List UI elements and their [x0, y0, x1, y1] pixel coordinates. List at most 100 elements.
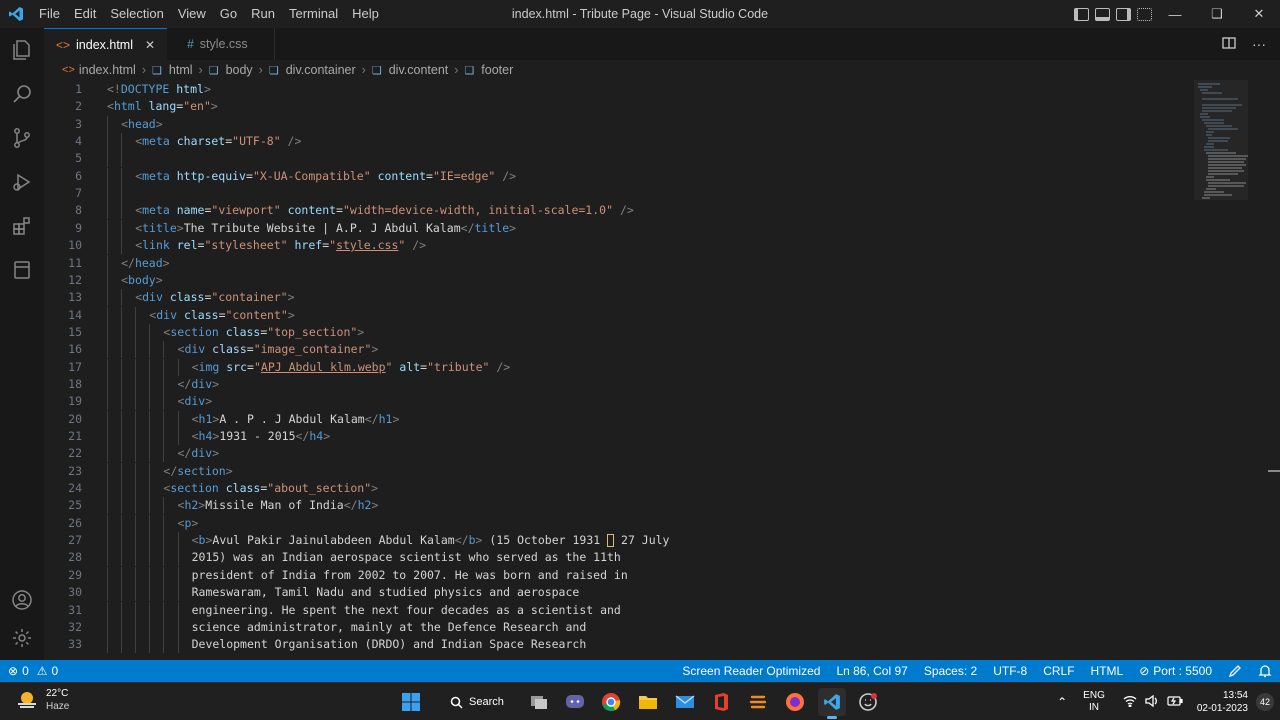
firefox-icon[interactable]	[781, 688, 809, 716]
feedback-icon[interactable]	[1220, 660, 1250, 682]
eol-status[interactable]: CRLF	[1035, 660, 1082, 682]
breadcrumb-item-body[interactable]: body	[226, 63, 253, 77]
code-line[interactable]: 24 <section class="about_section">	[44, 480, 1192, 498]
more-actions-icon[interactable]: ···	[1252, 36, 1266, 52]
maximize-icon[interactable]: ❑	[1196, 0, 1238, 28]
menu-terminal[interactable]: Terminal	[282, 0, 345, 28]
mail-icon[interactable]	[671, 688, 699, 716]
code-line[interactable]: 4 <meta charset="UTF-8" />	[44, 133, 1192, 151]
code-line[interactable]: 20 <h1>A . P . J Abdul Kalam</h1>	[44, 410, 1192, 428]
code-line[interactable]: 18 </div>	[44, 375, 1192, 393]
code-line[interactable]: 27 <b>Avul Pakir Jainulabdeen Abdul Kalam…	[44, 532, 1192, 550]
code-line[interactable]: 15 <section class="top_section">	[44, 323, 1192, 341]
taskbar-search-button[interactable]: Search	[440, 689, 510, 715]
toggle-panel-icon[interactable]	[1095, 7, 1110, 21]
code-line[interactable]: 14 <div class="content">	[44, 306, 1192, 324]
toggle-primary-sidebar-icon[interactable]	[1074, 7, 1089, 21]
code-line[interactable]: 8 <meta name="viewport" content="width=de…	[44, 202, 1192, 220]
chrome-icon[interactable]	[597, 688, 625, 716]
office-icon[interactable]	[707, 688, 735, 716]
screen-reader-status[interactable]: Screen Reader Optimized	[674, 660, 828, 682]
code-line[interactable]: 19 <div>	[44, 393, 1192, 411]
breadcrumb-item-file[interactable]: index.html	[79, 63, 136, 77]
breadcrumb-item-footer[interactable]: footer	[481, 63, 513, 77]
breadcrumb-item-html[interactable]: html	[169, 63, 193, 77]
close-window-icon[interactable]: ✕	[1238, 0, 1280, 28]
customize-layout-icon[interactable]	[1137, 7, 1152, 21]
source-control-icon[interactable]	[0, 116, 44, 160]
extensions-icon[interactable]	[0, 204, 44, 248]
breadcrumb-item-container[interactable]: div.container	[286, 63, 356, 77]
teams-chat-icon[interactable]	[561, 688, 589, 716]
task-view-icon[interactable]	[525, 688, 553, 716]
run-debug-icon[interactable]	[0, 160, 44, 204]
code-editor[interactable]: 1 <!DOCTYPE html> 2 <html lang="en"> 3 <head>…	[44, 80, 1192, 660]
code-line[interactable]: 11 </head>	[44, 254, 1192, 272]
file-explorer-icon[interactable]	[634, 688, 662, 716]
toggle-secondary-sidebar-icon[interactable]	[1116, 7, 1131, 21]
remote-explorer-icon[interactable]	[0, 248, 44, 292]
windows-start-icon[interactable]	[397, 688, 425, 716]
code-line[interactable]: 5	[44, 150, 1192, 168]
eclipse-icon[interactable]	[744, 688, 772, 716]
tab-style-css[interactable]: # style.css	[167, 28, 275, 60]
code-line[interactable]: 17 <img src="APJ Abdul klm.webp" alt="tri…	[44, 358, 1192, 376]
tab-index-html[interactable]: <> index.html ✕	[44, 28, 168, 60]
problems-indicator[interactable]: ⊗ 0 ⚠ 0	[0, 660, 66, 682]
breadcrumb-item-content[interactable]: div.content	[389, 63, 449, 77]
language-mode[interactable]: HTML	[1083, 660, 1132, 682]
code-line[interactable]: 6 <meta http-equiv="X-UA-Compatible" cont…	[44, 167, 1192, 185]
wifi-icon[interactable]	[1123, 695, 1137, 710]
code-line[interactable]: 29 president of India from 2002 to 2007. …	[44, 566, 1192, 584]
code-line[interactable]: 25 <h2>Missile Man of India</h2>	[44, 497, 1192, 515]
code-line[interactable]: 33 Development Organisation (DRDO) and In…	[44, 636, 1192, 654]
editor-scrollbar[interactable]	[1266, 80, 1280, 660]
minimize-icon[interactable]: —	[1154, 0, 1196, 28]
manage-gear-icon[interactable]	[0, 616, 44, 660]
weather-widget[interactable]: 22°C Haze	[16, 687, 69, 713]
explorer-icon[interactable]	[0, 28, 44, 72]
code-line[interactable]: 12 <body>	[44, 271, 1192, 289]
code-line[interactable]: 21 <h4>1931 - 2015</h4>	[44, 428, 1192, 445]
chevron-up-icon[interactable]: ⌃	[1057, 695, 1067, 709]
notifications-bell-icon[interactable]	[1250, 660, 1280, 682]
code-line[interactable]: 2 <html lang="en">	[44, 98, 1192, 115]
search-icon[interactable]	[0, 72, 44, 116]
volume-icon[interactable]	[1145, 694, 1159, 710]
encoding-status[interactable]: UTF-8	[985, 660, 1035, 682]
code-line[interactable]: 31 engineering. He spent the next four de…	[44, 601, 1192, 619]
code-line[interactable]: 1 <!DOCTYPE html>	[44, 81, 1192, 98]
indent-guide	[107, 341, 108, 359]
code-line[interactable]: 28 2015) was an Indian aerospace scientis…	[44, 549, 1192, 567]
battery-icon[interactable]	[1167, 695, 1183, 710]
code-line[interactable]: 23 </section>	[44, 462, 1192, 480]
live-server-port[interactable]: ⊘ Port : 5500	[1131, 660, 1220, 682]
code-line[interactable]: 7	[44, 185, 1192, 203]
code-line[interactable]: 26 <p>	[44, 514, 1192, 532]
close-tab-icon[interactable]: ✕	[145, 38, 155, 52]
code-line[interactable]: 16 <div class="image_container">	[44, 341, 1192, 359]
code-line[interactable]: 30 Rameswaram, Tamil Nadu and studied phy…	[44, 584, 1192, 602]
code-line[interactable]: 32 science administrator, mainly at the D…	[44, 618, 1192, 636]
menu-run[interactable]: Run	[244, 0, 282, 28]
menu-edit[interactable]: Edit	[67, 0, 103, 28]
cursor-position[interactable]: Ln 86, Col 97	[828, 660, 915, 682]
input-language[interactable]: ENG IN	[1083, 690, 1105, 714]
vscode-taskbar-icon[interactable]	[818, 688, 846, 719]
split-editor-icon[interactable]	[1222, 36, 1236, 53]
code-line[interactable]: 13 <div class="container">	[44, 289, 1192, 307]
code-line[interactable]: 3 <head>	[44, 115, 1192, 133]
clock[interactable]: 13:54 02-01-2023	[1197, 689, 1248, 715]
code-line[interactable]: 9 <title>The Tribute Website | A.P. J Abd…	[44, 219, 1192, 237]
notification-count-badge[interactable]: 42	[1256, 693, 1274, 711]
menu-view[interactable]: View	[171, 0, 213, 28]
menu-help[interactable]: Help	[345, 0, 386, 28]
menu-go[interactable]: Go	[213, 0, 244, 28]
code-line[interactable]: 10 <link rel="stylesheet" href="style.css…	[44, 237, 1192, 255]
minimap[interactable]	[1192, 80, 1266, 660]
indentation-status[interactable]: Spaces: 2	[916, 660, 985, 682]
code-line[interactable]: 22 </div>	[44, 445, 1192, 463]
github-desktop-icon[interactable]	[854, 688, 882, 716]
menu-selection[interactable]: Selection	[103, 0, 170, 28]
menu-file[interactable]: File	[32, 0, 67, 28]
